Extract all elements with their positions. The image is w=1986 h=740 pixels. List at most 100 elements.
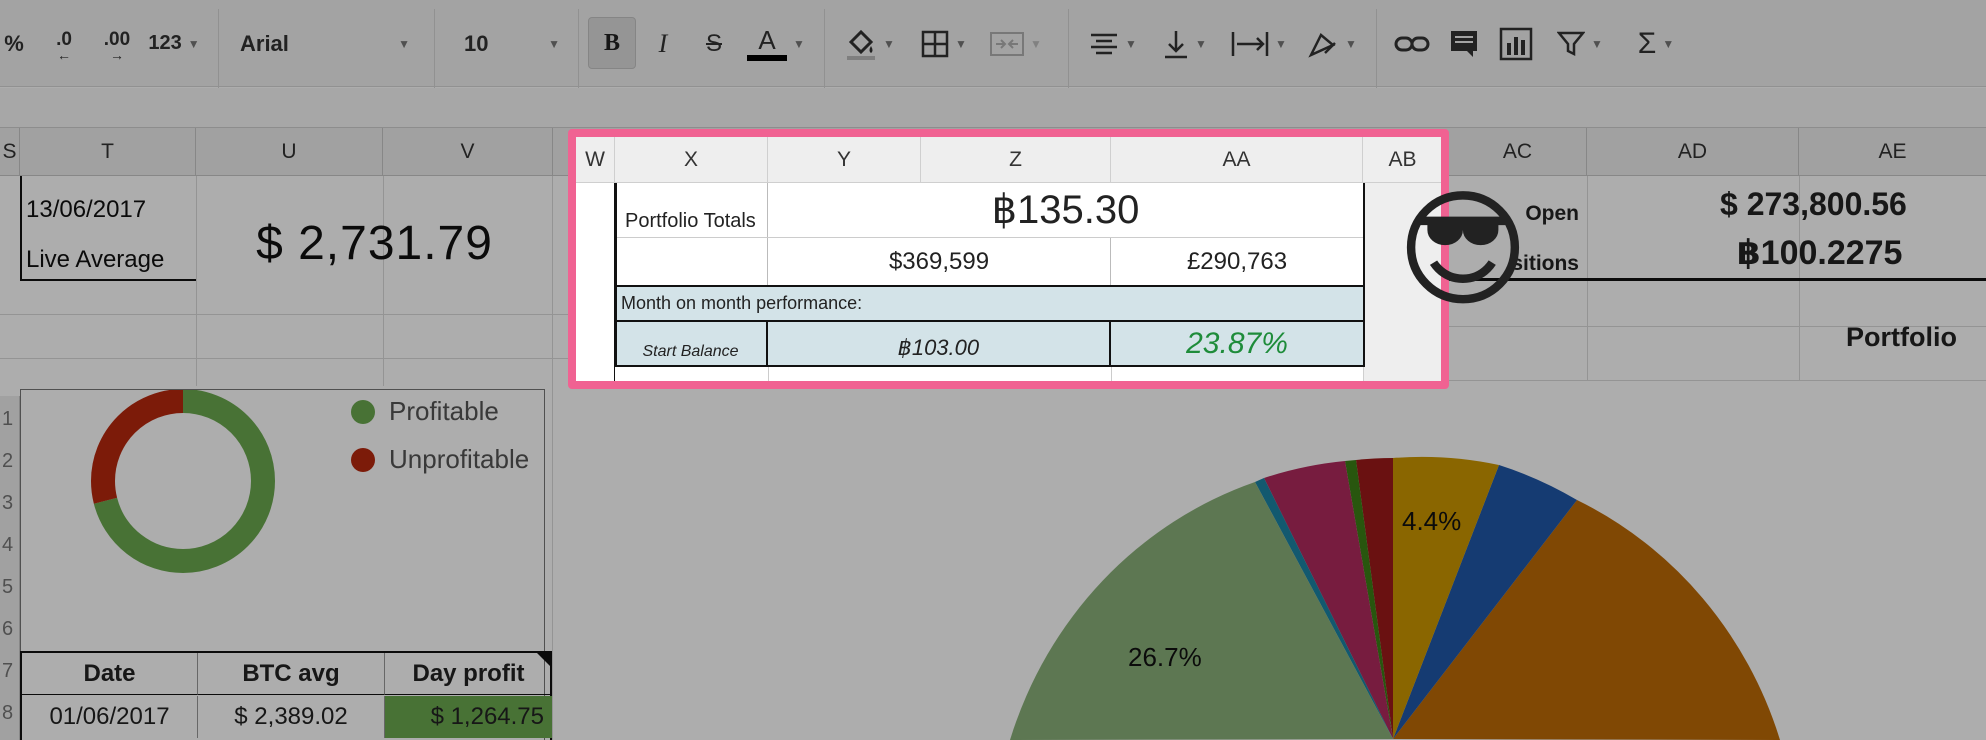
chevron-down-icon: ▼ [793,36,805,51]
column-header-s[interactable]: S [0,128,20,176]
legend-item-profitable: Profitable [351,396,499,427]
column-header-w[interactable]: W [576,137,615,183]
insert-chart-button[interactable] [1494,0,1538,87]
toolbar-divider [578,9,579,96]
chevron-down-icon: ▼ [187,36,200,51]
table-cell-day-profit[interactable]: $ 1,264.75 [385,696,552,738]
vertical-align-button[interactable]: ▼ [1154,0,1216,87]
insert-link-button[interactable] [1390,0,1434,87]
portfolio-label[interactable]: Portfolio [1799,322,1986,353]
column-header-t[interactable]: T [20,128,196,176]
performance-value[interactable]: 23.87% [1111,322,1363,365]
text-wrap-button[interactable]: ▼ [1226,0,1292,87]
functions-button[interactable]: Σ ▼ [1624,0,1688,87]
font-family-dropdown[interactable]: Arial ▼ [240,0,410,87]
column-label: AB [1388,147,1417,171]
column-header-y[interactable]: Y [768,137,921,183]
mom-performance-label[interactable]: Month on month performance: [615,287,1363,320]
column-header-x[interactable]: X [615,137,768,183]
chevron-down-icon: ▼ [1275,36,1287,51]
font-size-dropdown[interactable]: 10 ▼ [464,0,560,87]
strikethrough-button[interactable]: S [697,0,731,87]
live-average-label[interactable]: Live Average [26,246,164,274]
sigma-icon: Σ [1637,26,1657,60]
borders-button[interactable]: ▼ [914,0,974,87]
column-header-ab[interactable]: AB [1363,137,1441,183]
grid-line [196,176,197,386]
italic-button[interactable]: I [646,0,680,87]
row-number[interactable]: 8 [2,702,13,725]
column-header-aa[interactable]: AA [1111,137,1363,183]
table-header-btc-avg[interactable]: BTC avg [198,653,385,695]
horizontal-align-button[interactable]: ▼ [1082,0,1144,87]
increase-decimal-button[interactable]: .00 → [94,0,140,87]
number-format-label: 123 [148,32,182,54]
grid-line [1449,380,1986,381]
column-header-ac[interactable]: AC [1449,128,1587,176]
positions-value[interactable]: ฿100.2275 [1587,233,1986,273]
column-header-u[interactable]: U [196,128,383,176]
row-number[interactable]: 1 [2,408,13,431]
toolbar-divider [434,9,435,96]
daily-table: Date BTC avg Day profit 01/06/2017 $ 2,3… [20,651,552,740]
comment-indicator [537,653,551,667]
table-header-date[interactable]: Date [22,653,198,695]
portfolio-pie-chart[interactable]: 26.7% 4.4% [590,382,1986,740]
decrease-decimal-button[interactable]: .0 ← [44,0,84,87]
table-header-day-profit[interactable]: Day profit [385,653,552,695]
date-cell[interactable]: 13/06/2017 [26,196,146,224]
table-right-border [1363,183,1365,367]
row-number[interactable]: 7 [2,660,13,683]
formula-bar[interactable] [0,88,1986,128]
percent-label: % [4,30,24,56]
usd-total-cell[interactable]: $369,599 [768,238,1111,286]
filter-button[interactable]: ▼ [1548,0,1612,87]
start-balance-value[interactable]: ฿103.00 [768,322,1111,365]
chevron-down-icon: ▼ [1345,36,1357,51]
column-header-ad[interactable]: AD [1587,128,1799,176]
text-color-button[interactable]: A ▼ [744,0,808,87]
live-average-value[interactable]: $ 2,731.79 [196,216,553,271]
strikethrough-label: S [705,29,722,57]
row-number[interactable]: 5 [2,576,13,599]
legend-swatch [351,399,375,424]
text-rotation-button[interactable]: ▼ [1300,0,1364,87]
row-number[interactable]: 6 [2,618,13,641]
open-value[interactable]: $ 273,800.56 [1587,186,1986,223]
column-label: Z [1009,147,1022,171]
column-label: V [460,140,475,163]
number-format-dropdown[interactable]: 123 ▼ [144,0,204,87]
merge-cells-button[interactable]: ▼ [984,0,1048,87]
chevron-down-icon: ▼ [1030,36,1042,51]
font-family-label: Arial [240,30,289,56]
column-header-ae[interactable]: AE [1799,128,1986,176]
row-number[interactable]: 4 [2,534,13,557]
row-number[interactable]: 2 [2,450,13,473]
fill-color-button[interactable]: ▼ [840,0,900,87]
column-label: S [2,140,17,163]
percent-format-button[interactable]: % [2,0,26,87]
start-balance-label[interactable]: Start Balance [615,322,768,365]
column-header-v[interactable]: V [383,128,553,176]
grid-line [1111,367,1112,381]
bold-button[interactable]: B [588,17,636,69]
pie-label-large: 26.7% [1128,642,1202,672]
portfolio-totals-label[interactable]: Portfolio Totals [615,183,768,237]
row-number[interactable]: 3 [2,492,13,515]
column-label: AD [1677,140,1708,163]
empty-cell[interactable] [615,238,768,286]
gbp-total-cell[interactable]: £290,763 [1111,238,1363,286]
column-header-z[interactable]: Z [921,137,1111,183]
pie-slices [1010,456,1780,740]
legend-swatch [351,447,375,472]
insert-comment-button[interactable] [1444,0,1484,87]
legend-label: Unprofitable [389,444,530,474]
table-cell-btc-avg[interactable]: $ 2,389.02 [198,696,385,738]
donut-svg [91,390,275,573]
grid-line [615,365,1363,367]
chevron-down-icon: ▼ [1195,36,1207,51]
btc-total-cell[interactable]: ฿135.30 [768,183,1363,237]
table-left-border [615,183,617,367]
legend-label: Profitable [389,396,499,426]
table-cell-date[interactable]: 01/06/2017 [22,696,198,738]
